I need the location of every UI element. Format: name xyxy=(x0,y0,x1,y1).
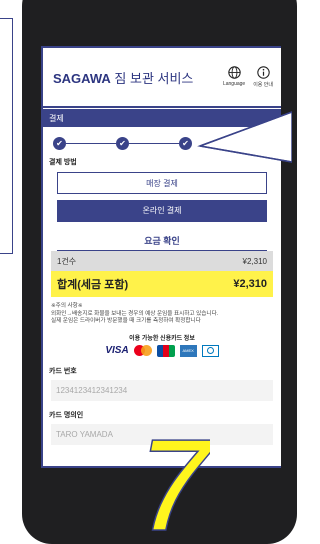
step-3-check: ✔ xyxy=(179,137,192,150)
notice-line: ※주의 사항※ xyxy=(51,303,83,309)
diners-logo xyxy=(201,344,219,357)
notice-line: 외화인→배송지로 화물을 보내는 경우의 예상 운임을 표시하고 있습니다. xyxy=(51,310,219,317)
brand-title[interactable]: SAGAWA 짐 보관 서비스 xyxy=(53,68,193,87)
header-icons: Language 이용 안내 xyxy=(223,66,273,88)
fee-check-title: 요금 확인 xyxy=(57,234,267,251)
online-payment-button[interactable]: 온라인 결제 xyxy=(57,200,267,222)
card-number-label: 카드 번호 xyxy=(49,367,77,375)
jcb-logo xyxy=(156,344,175,357)
fee-count-row: 1건수 ¥2,310 xyxy=(51,251,273,271)
notice-line: 실제 운임은 드라이버가 방문했을 때 크기를 측정하여 확정합니다 xyxy=(51,318,201,325)
amex-logo: AMEX xyxy=(179,344,197,357)
guide-button[interactable]: 이용 안내 xyxy=(253,66,273,88)
brand-bold: SAGAWA xyxy=(53,70,111,86)
language-button[interactable]: Language xyxy=(223,66,245,88)
fee-count-amount: ¥2,310 xyxy=(242,256,267,266)
card-logos: VISA AMEX xyxy=(43,344,281,357)
globe-icon xyxy=(227,66,241,79)
side-frame xyxy=(0,18,13,254)
total-amount: ¥2,310 xyxy=(233,278,267,290)
visa-logo: VISA xyxy=(105,345,129,357)
credit-cards-title: 이용 가능한 신용카드 정보 xyxy=(129,335,195,342)
notice-text: ※주의 사항※ 외화인→배송지로 화물을 보내는 경우의 예상 운임을 표시하고… xyxy=(43,297,281,326)
language-label: Language xyxy=(222,81,246,87)
in-store-payment-button[interactable]: 매장 결제 xyxy=(57,172,267,194)
step-number-text: 7 xyxy=(138,425,210,541)
step-connector xyxy=(129,143,179,144)
mastercard-logo xyxy=(133,345,152,357)
card-holder-label: 카드 명의인 xyxy=(49,411,84,419)
brand-rest: 짐 보관 서비스 xyxy=(110,70,194,86)
guide-label: 이용 안내 xyxy=(253,82,273,88)
total-label: 합계(세금 포함) xyxy=(57,279,129,291)
step-number-seven: 7 xyxy=(137,425,211,541)
page-title: 결제 xyxy=(43,109,281,127)
step-connector xyxy=(66,143,116,144)
step-1-check: ✔ xyxy=(53,137,66,150)
payment-method-label: 결제 방법 xyxy=(49,159,77,166)
app-header: SAGAWA 짐 보관 서비스 Language 이용 안내 xyxy=(43,48,281,108)
step-progress: ✔ ✔ ✔ xyxy=(53,127,271,157)
info-icon xyxy=(256,66,270,79)
phone-screen: SAGAWA 짐 보관 서비스 Language 이용 안내 결제 ✔ ✔ ✔ … xyxy=(41,46,281,468)
fee-count-label: 1건수 xyxy=(57,256,77,266)
total-row: 합계(세금 포함) ¥2,310 xyxy=(51,271,273,297)
card-number-input[interactable]: 1234123412341234 xyxy=(51,379,273,401)
step-2-check: ✔ xyxy=(116,137,129,150)
